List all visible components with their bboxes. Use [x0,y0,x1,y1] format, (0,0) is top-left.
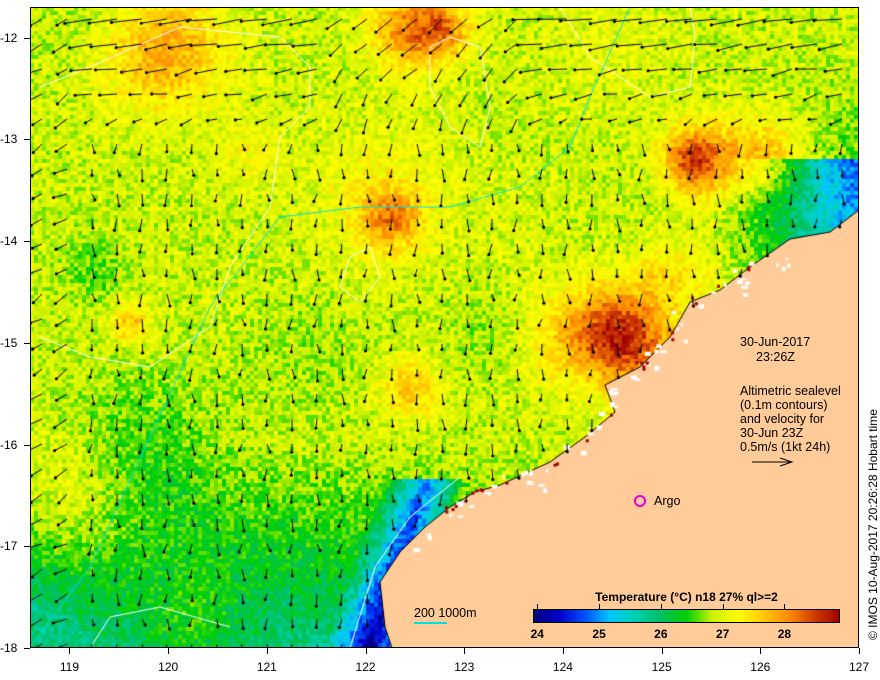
sst-map-canvas[interactable] [30,7,859,648]
lon-tick [266,648,268,654]
lon-tick-label: 119 [59,660,80,674]
lon-tick-label: 120 [158,660,179,674]
temperature-colorbar [533,609,840,623]
lon-tick-label: 124 [552,660,573,674]
lat-tick-label: -18 [0,641,18,655]
lat-tick-label: -15 [0,335,18,350]
lon-tick-label: 125 [651,660,672,674]
velocity-legend-line: and velocity for [740,412,825,426]
colorbar-tick-label: 26 [654,627,668,641]
date-label: 30-Jun-2017 [740,335,811,349]
colorbar-tick-label: 27 [715,627,730,641]
lat-tick-label: -14 [0,234,18,249]
lon-tick-label: 122 [355,660,376,674]
velocity-legend-line: (0.1m contours) [740,398,828,412]
lon-tick-label: 123 [454,660,475,674]
colorbar-tick [660,604,662,609]
lon-tick [168,648,170,654]
sst-map-figure: 30-Jun-2017 23:26Z Argo 200 1000m Temper… [0,0,880,680]
lat-tick-label: -17 [0,539,18,554]
colorbar-tick [784,604,786,609]
lon-tick [464,648,466,654]
colorbar-tick-label: 25 [592,627,606,641]
time-label: 23:26Z [756,350,795,364]
lon-tick-label: 126 [750,660,771,674]
lon-tick [69,648,71,654]
velocity-legend-line: 0.5m/s (1kt 24h) [740,440,831,454]
velocity-scale-arrow-icon [752,457,794,467]
velocity-legend-line: 30-Jun 23Z [740,426,804,440]
lon-tick-label: 121 [256,660,277,674]
lon-tick [661,648,663,654]
argo-float-marker-icon [634,495,646,507]
lon-tick [562,648,564,654]
lon-tick-label: 127 [848,660,870,674]
velocity-legend-line: Altimetric sealevel [740,384,841,398]
lat-tick-label: -16 [0,437,18,452]
bathymetry-line-sample [414,622,447,624]
argo-label: Argo [654,494,681,508]
lon-tick [365,648,367,654]
credit-text: © IMOS 10-Aug-2017 20:26:28 Hobart time [866,409,880,640]
lon-tick [859,648,860,654]
bathymetry-label: 200 1000m [414,606,477,620]
lat-tick-label: -12 [0,30,18,45]
colorbar-tick [537,604,539,609]
colorbar-tick-label: 24 [530,627,544,641]
colorbar-title: Temperature (°C) n18 27% ql>=2 [595,590,778,604]
lat-tick-label: -13 [0,132,18,147]
colorbar-tick [722,604,724,609]
lon-tick [760,648,762,654]
colorbar-tick [599,604,601,609]
colorbar-tick-label: 28 [777,627,792,641]
